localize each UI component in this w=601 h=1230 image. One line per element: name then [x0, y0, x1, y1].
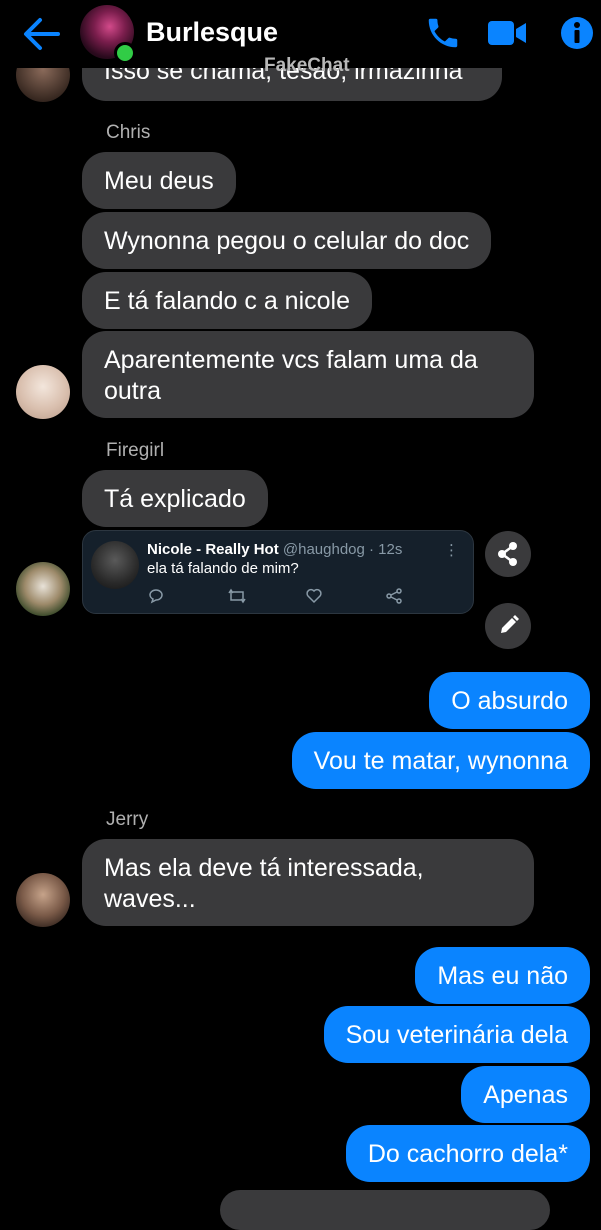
- heart-icon[interactable]: [305, 587, 323, 610]
- message-bubble[interactable]: Tá explicado: [82, 470, 268, 527]
- avatar-firegirl[interactable]: [16, 562, 70, 616]
- message-bubble[interactable]: Meu deus: [82, 152, 236, 209]
- message-text: O absurdo: [451, 687, 568, 715]
- back-arrow-icon[interactable]: [22, 16, 62, 52]
- watermark: FakeChat: [264, 55, 350, 76]
- message-bubble[interactable]: Wynonna pegou o celular do doc: [82, 212, 492, 269]
- message-text: Mas eu não: [437, 962, 568, 990]
- tweet-author: Nicole - Really Hot @haughdog · 12s: [147, 541, 402, 558]
- online-indicator: [114, 42, 136, 64]
- share-icon: [498, 542, 517, 566]
- phone-icon[interactable]: [424, 14, 462, 57]
- message-text: Sou veterinária dela: [345, 1021, 568, 1049]
- message-text: Do cachorro dela*: [367, 1140, 568, 1168]
- message-text: Tá explicado: [104, 485, 246, 513]
- message-text: Aparentemente vcs falam uma da outra: [104, 346, 478, 405]
- sender-name: Chris: [106, 122, 151, 143]
- message-text: Apenas: [483, 1081, 568, 1109]
- message-text: Mas ela deve tá interessada, waves...: [104, 854, 424, 913]
- sender-name: Firegirl: [106, 440, 165, 461]
- tweet-card[interactable]: Nicole - Really Hot @haughdog · 12s ⋮ el…: [82, 530, 474, 614]
- my-message-bubble[interactable]: O absurdo: [429, 672, 590, 729]
- more-icon[interactable]: ⋮: [444, 541, 459, 559]
- message-text: Meu deus: [104, 167, 214, 195]
- edit-button[interactable]: [485, 603, 531, 649]
- my-message-bubble[interactable]: Do cachorro dela*: [345, 1125, 590, 1182]
- share-button[interactable]: [485, 531, 531, 577]
- message-bubble[interactable]: Aparentemente vcs falam uma da outra: [82, 331, 534, 418]
- sender-name: Jerry: [106, 809, 149, 830]
- tweet-author-name: Nicole - Really Hot: [147, 541, 279, 558]
- chat-title[interactable]: Burlesque: [146, 17, 278, 48]
- tweet-text: ela tá falando de mim?: [147, 560, 299, 577]
- avatar-chris[interactable]: [16, 365, 70, 419]
- video-icon[interactable]: [486, 18, 528, 53]
- message-text: Vou te matar, wynonna: [313, 747, 568, 775]
- retweet-icon[interactable]: [227, 587, 247, 610]
- tweet-avatar: [91, 541, 139, 589]
- edit-icon: [501, 615, 519, 633]
- info-icon[interactable]: [560, 16, 594, 55]
- reply-icon[interactable]: [147, 587, 165, 610]
- my-message-bubble[interactable]: Apenas: [461, 1066, 590, 1123]
- my-message-bubble[interactable]: Mas eu não: [415, 947, 590, 1004]
- tweet-handle: @haughdog · 12s: [282, 541, 403, 558]
- message-bubble[interactable]: E tá falando c a nicole: [82, 272, 372, 329]
- message-text: E tá falando c a nicole: [104, 287, 350, 315]
- tweet-share-icon[interactable]: [385, 587, 403, 610]
- message-bubble-partial-bottom[interactable]: [220, 1190, 550, 1230]
- my-message-bubble[interactable]: Sou veterinária dela: [323, 1006, 590, 1063]
- message-bubble[interactable]: Mas ela deve tá interessada, waves...: [82, 839, 534, 926]
- my-message-bubble[interactable]: Vou te matar, wynonna: [291, 732, 590, 789]
- message-text: Wynonna pegou o celular do doc: [104, 227, 470, 255]
- avatar-jerry[interactable]: [16, 873, 70, 927]
